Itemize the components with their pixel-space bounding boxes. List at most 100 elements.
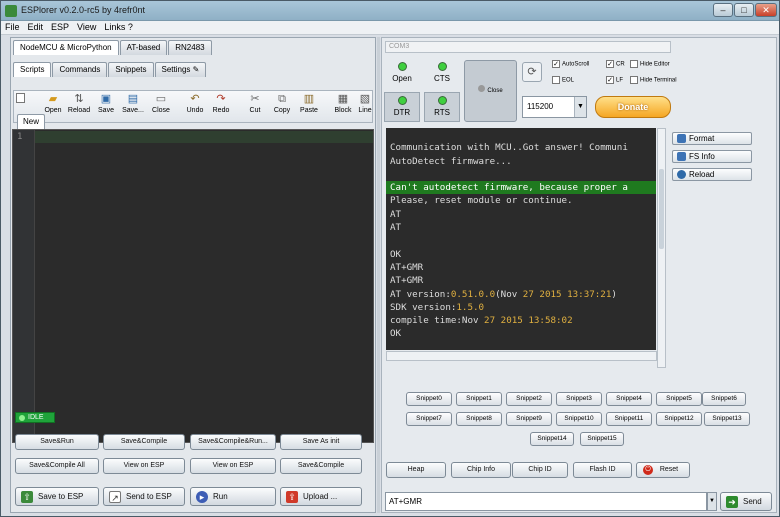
snippet-button-1[interactable]: Snippet1 — [456, 392, 502, 406]
snippet-button-0[interactable]: Snippet0 — [406, 392, 452, 406]
hide-terminal-checkbox[interactable]: Hide Terminal — [630, 76, 677, 86]
toolbar-paste[interactable]: ▥ Paste — [294, 93, 324, 114]
snippet-button-15[interactable]: Snippet15 — [580, 432, 624, 446]
lf-checkbox[interactable]: ✓ LF — [606, 76, 623, 86]
save-as-icon: ▤ — [127, 93, 139, 105]
esplorer-window: ESPlorer v0.2.0-rc5 by 4refr0nt – □ ✕ Fi… — [0, 0, 780, 517]
flash-id-button[interactable]: Flash ID — [573, 462, 632, 478]
snippet-button-9[interactable]: Snippet9 — [506, 412, 552, 426]
snippet-button-14[interactable]: Snippet14 — [530, 432, 574, 446]
snippet-button-11[interactable]: Snippet11 — [606, 412, 652, 426]
reload-button[interactable]: Reload — [672, 168, 752, 181]
reset-button[interactable]: ⏻ Reset — [636, 462, 690, 478]
menu-view[interactable]: View — [73, 21, 100, 32]
maximize-button[interactable]: □ — [734, 3, 754, 17]
toolbar-undo-label: Undo — [186, 107, 204, 114]
tab-snippets[interactable]: Snippets — [108, 62, 154, 77]
toolbar-save-as[interactable]: ▤ Save... — [118, 93, 148, 114]
terminal-line: OK — [390, 248, 402, 260]
command-input[interactable]: AT+GMR — [385, 492, 707, 511]
tab-nodemcu[interactable]: NodeMCU & MicroPython — [13, 40, 119, 55]
terminal-vertical-scrollbar[interactable] — [657, 128, 666, 368]
save-compile-button[interactable]: Save&Compile — [103, 434, 185, 450]
tab-settings[interactable]: Settings ✎ — [154, 62, 207, 77]
terminal-line: AT+GMR — [390, 261, 424, 273]
toolbar-new[interactable] — [10, 93, 30, 105]
hide-editor-checkbox[interactable]: Hide Editor — [630, 60, 670, 70]
menu-file[interactable]: File — [1, 21, 24, 32]
snippet-button-10[interactable]: Snippet10 — [556, 412, 602, 426]
send-button[interactable]: ➜ Send — [720, 492, 772, 511]
view-on-esp-button-2[interactable]: View on ESP — [190, 458, 276, 474]
toolbar-line[interactable]: ▧ Line — [354, 93, 376, 114]
port-select[interactable]: COM3 — [385, 41, 671, 53]
menu-bar: File Edit ESP View Links ? — [1, 21, 779, 35]
snippet-button-5[interactable]: Snippet5 — [656, 392, 702, 406]
save-as-init-button[interactable]: Save As init — [280, 434, 362, 450]
undo-icon: ↶ — [190, 93, 200, 105]
scrollbar-thumb[interactable] — [659, 169, 664, 249]
tab-scripts[interactable]: Scripts — [13, 62, 52, 77]
close-port-button[interactable]: Close — [464, 60, 517, 122]
tab-commands[interactable]: Commands — [52, 62, 108, 77]
save-icon: ▣ — [100, 93, 112, 105]
toolbar-close[interactable]: ▭ Close — [146, 93, 176, 114]
snippet-button-6[interactable]: Snippet6 — [702, 392, 746, 406]
wrench-icon: ✎ — [192, 65, 200, 74]
toolbar-redo[interactable]: ↷ Redo — [206, 93, 236, 114]
snippet-button-2[interactable]: Snippet2 — [506, 392, 552, 406]
heap-button[interactable]: Heap — [386, 462, 446, 478]
run-button[interactable]: ▸ Run — [190, 487, 276, 506]
upload-button[interactable]: ⇪ Upload ... — [280, 487, 362, 506]
save-compile-all-button[interactable]: Save&Compile All — [15, 458, 99, 474]
snippet-button-12[interactable]: Snippet12 — [656, 412, 702, 426]
menu-links[interactable]: Links ? — [100, 21, 137, 32]
chip-id-button[interactable]: Chip ID — [512, 462, 568, 478]
toolbar-reload[interactable]: ⇅ Reload — [64, 93, 94, 114]
terminal-output[interactable]: Communication with MCU..Got answer! Comm… — [386, 128, 656, 350]
toolbar-save[interactable]: ▣ Save — [91, 93, 121, 114]
command-value: AT+GMR — [389, 497, 422, 506]
close-window-button[interactable]: ✕ — [755, 3, 777, 17]
fs-info-button[interactable]: FS Info — [672, 150, 752, 163]
terminal-line: Can't autodetect firmware, because prope… — [386, 181, 656, 195]
code-editor[interactable]: 1 — [12, 129, 374, 443]
save-to-esp-button[interactable]: ⇧ Save to ESP — [15, 487, 99, 506]
toolbar-copy[interactable]: ⧉ Copy — [267, 93, 297, 114]
minimize-button[interactable]: – — [713, 3, 733, 17]
dtr-toggle[interactable]: DTR — [384, 92, 420, 122]
left-pane: NodeMCU & MicroPython AT-based RN2483 Scri… — [10, 37, 376, 513]
command-history-dropdown[interactable]: ▼ — [707, 492, 717, 511]
save-run-button[interactable]: Save&Run — [15, 434, 99, 450]
donate-button[interactable]: Donate — [595, 96, 671, 118]
save-compile-run-button[interactable]: Save&Compile&Run... — [190, 434, 276, 450]
send-to-esp-button[interactable]: ↗ Send to ESP — [103, 487, 185, 506]
tab-at-based[interactable]: AT-based — [119, 40, 168, 55]
view-on-esp-button-1[interactable]: View on ESP — [103, 458, 185, 474]
lf-check-icon: ✓ — [606, 76, 614, 84]
baud-select[interactable]: 115200 ▼ — [522, 96, 587, 118]
snippet-button-7[interactable]: Snippet7 — [406, 412, 452, 426]
open-led[interactable]: Open — [384, 62, 420, 90]
autoscroll-checkbox[interactable]: ✓ AutoScroll — [552, 60, 589, 70]
snippet-button-13[interactable]: Snippet13 — [704, 412, 750, 426]
tab-rn2483[interactable]: RN2483 — [168, 40, 212, 55]
open-led-icon — [397, 62, 407, 71]
snippet-button-8[interactable]: Snippet8 — [456, 412, 502, 426]
save-compile-button-2[interactable]: Save&Compile — [280, 458, 362, 474]
terminal-horizontal-scrollbar[interactable] — [386, 351, 657, 361]
rts-toggle[interactable]: RTS — [424, 92, 460, 122]
file-tab-new[interactable]: New — [17, 114, 46, 129]
refresh-ports-button[interactable]: ⟳ — [522, 62, 542, 82]
snippet-button-4[interactable]: Snippet4 — [606, 392, 652, 406]
menu-edit[interactable]: Edit — [24, 21, 48, 32]
cr-checkbox[interactable]: ✓ CR — [606, 60, 625, 70]
eol-checkbox[interactable]: EOL — [552, 76, 574, 86]
reload-circle-icon — [677, 170, 686, 179]
snippet-button-3[interactable]: Snippet3 — [556, 392, 602, 406]
menu-esp[interactable]: ESP — [47, 21, 73, 32]
format-button[interactable]: Format — [672, 132, 752, 145]
chip-info-button[interactable]: Chip Info — [451, 462, 511, 478]
toolbar-cut[interactable]: ✂ Cut — [240, 93, 270, 114]
pane-splitter[interactable] — [377, 37, 380, 513]
